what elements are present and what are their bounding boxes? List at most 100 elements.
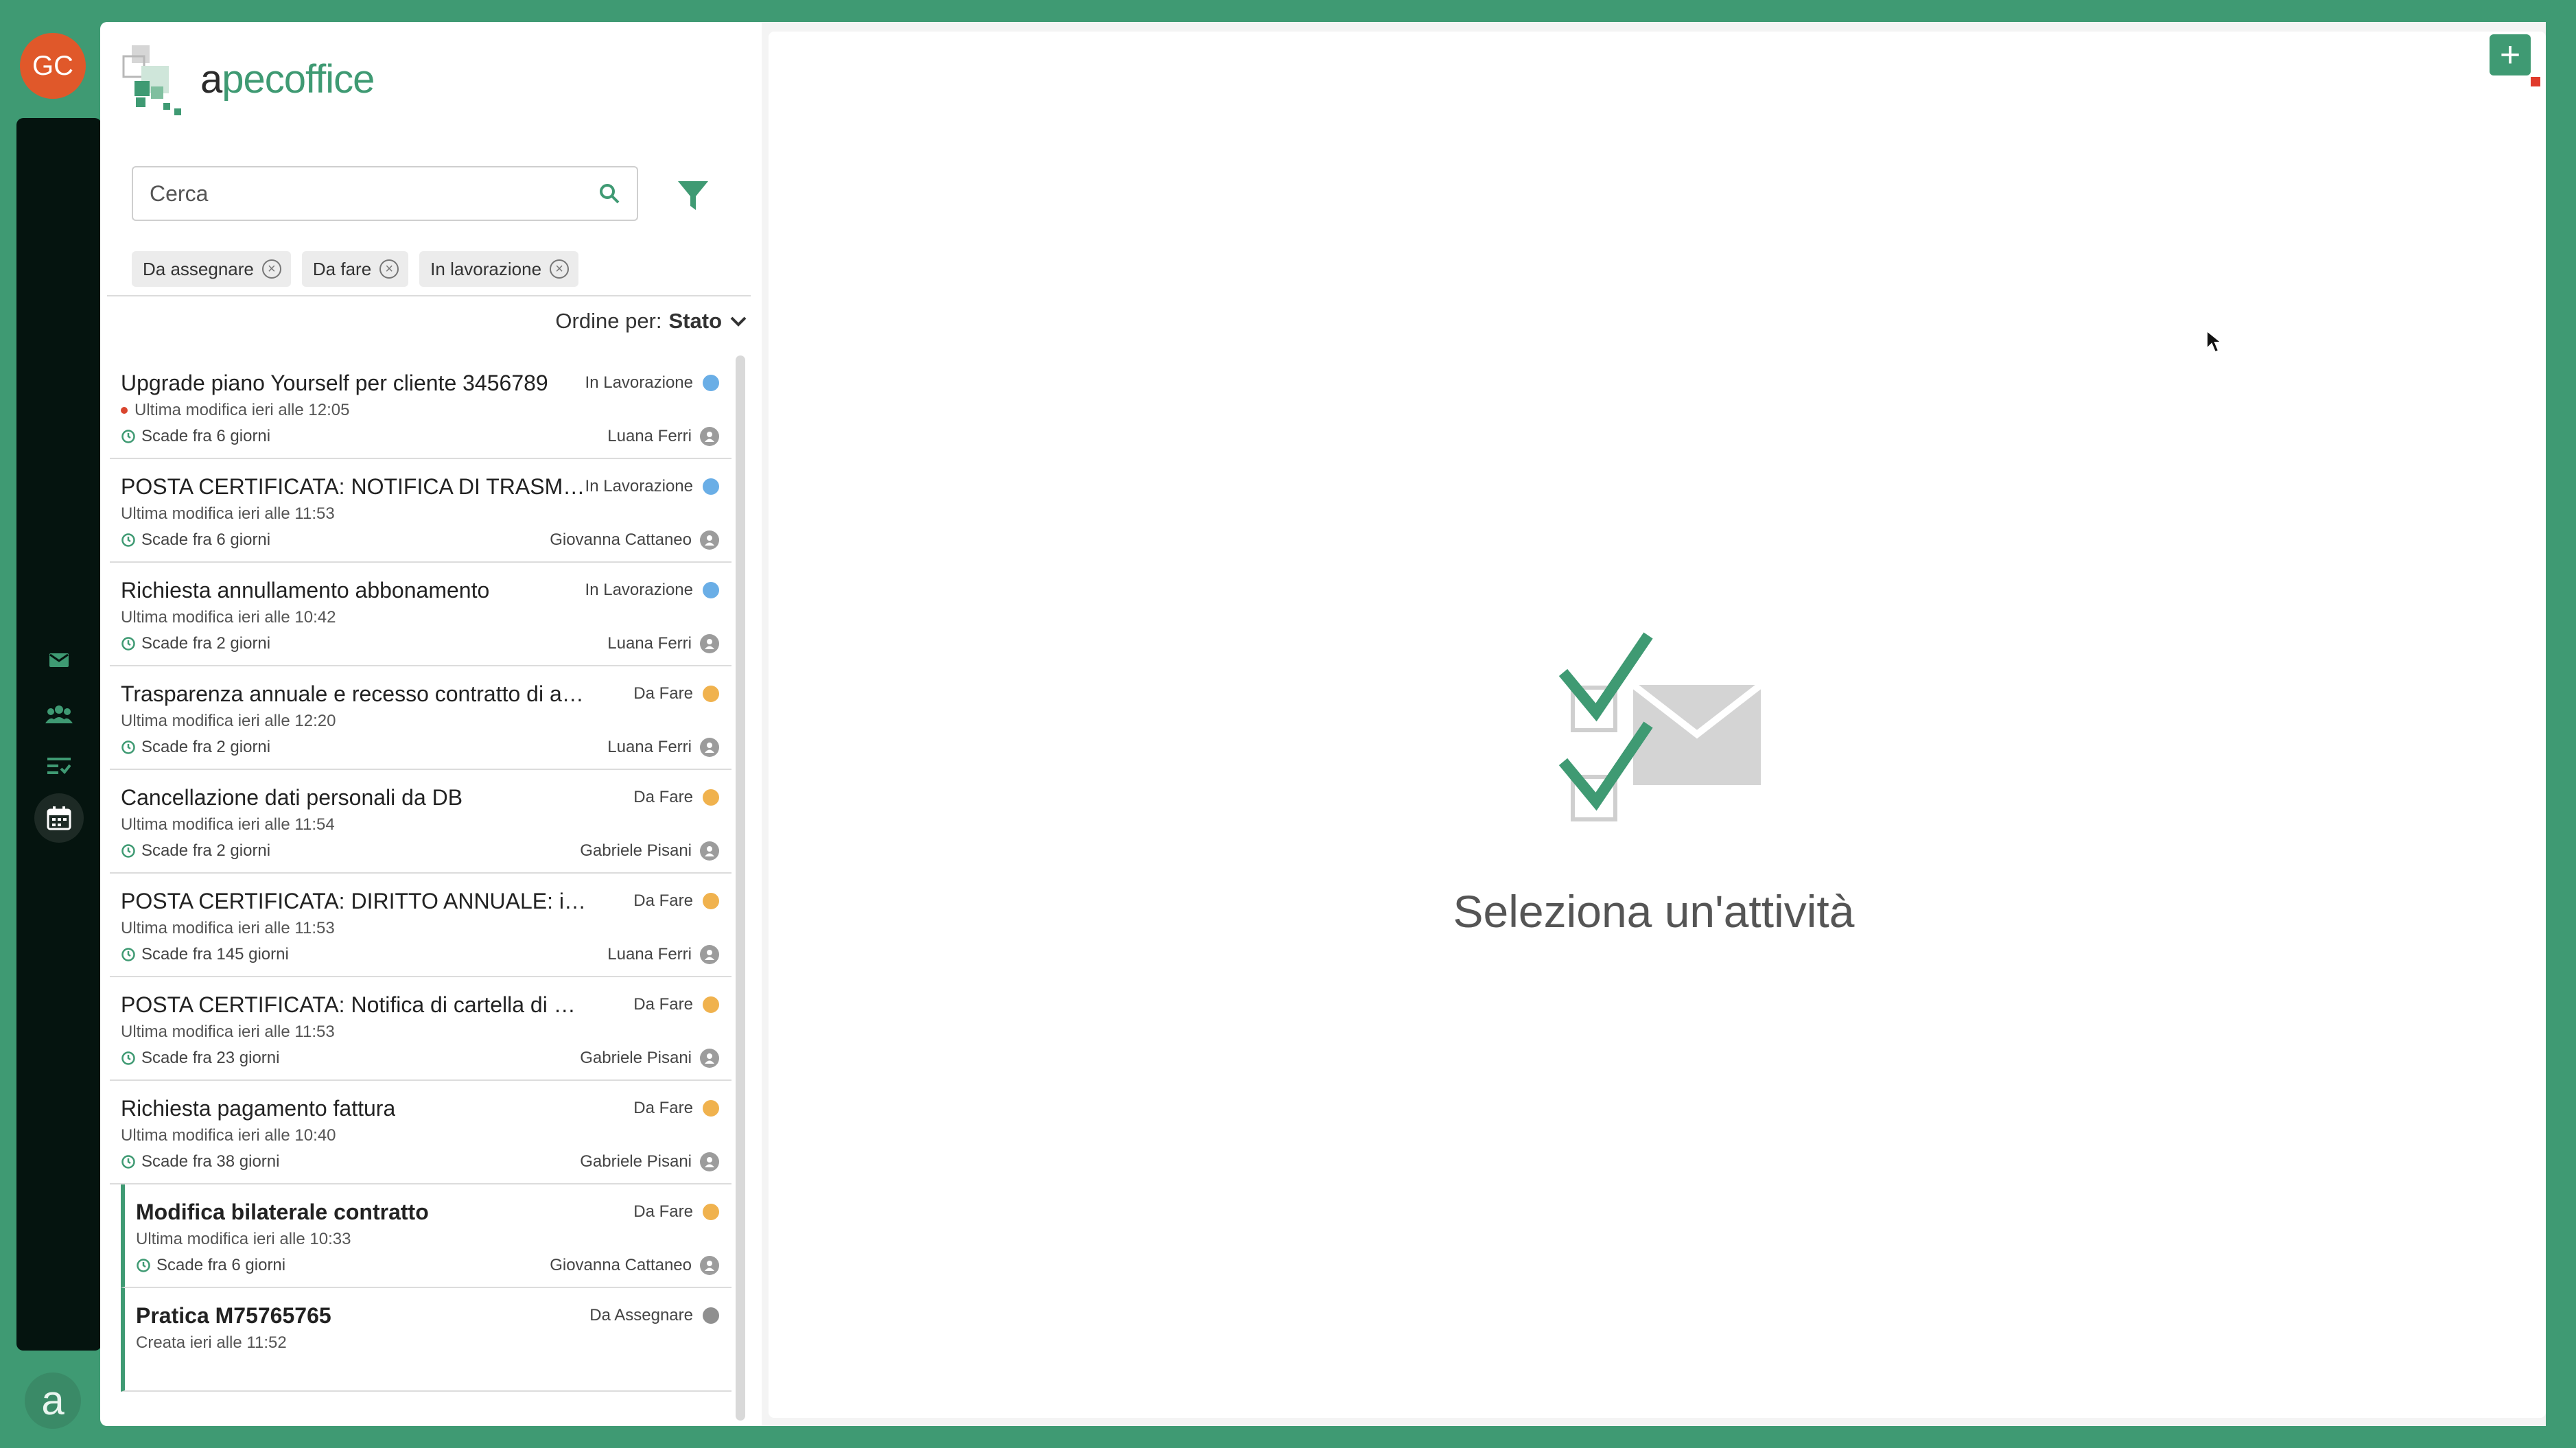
status-badge: Da Fare xyxy=(633,684,719,703)
clock-icon xyxy=(137,1259,150,1272)
activity-item[interactable]: POSTA CERTIFICATA: DIRITTO ANNUALE: info… xyxy=(110,874,731,977)
assignee: Giovanna Cattaneo xyxy=(550,530,719,550)
empty-state-title: Seleziona un'attività xyxy=(1453,886,1855,937)
due-date: Scade fra 2 giorni xyxy=(121,634,270,653)
due-date: Scade fra 2 giorni xyxy=(121,841,270,861)
due-date: Scade fra 145 giorni xyxy=(121,945,289,964)
activity-item[interactable]: Modifica bilaterale contratto Da Fare Ulti… xyxy=(121,1184,731,1288)
filter-chip[interactable]: Da fare × xyxy=(301,251,409,287)
activity-item[interactable]: POSTA CERTIFICATA: NOTIFICA DI TRASMISSI… xyxy=(110,459,731,563)
activity-item[interactable]: Cancellazione dati personali da DB Da Far… xyxy=(110,770,731,874)
status-badge: Da Fare xyxy=(633,1202,719,1222)
status-dot xyxy=(703,686,719,702)
status-dot xyxy=(703,478,719,495)
activity-title: Modifica bilaterale contratto xyxy=(136,1199,429,1224)
user-avatar[interactable]: GC xyxy=(20,33,86,99)
due-date: Scade fra 6 giorni xyxy=(121,530,270,550)
last-modified: Ultima modifica ieri alle 11:54 xyxy=(121,815,335,834)
status-dot xyxy=(703,582,719,598)
activity-item[interactable]: Trasparenza annuale e recesso contratto … xyxy=(110,666,731,770)
search-field[interactable] xyxy=(132,166,638,221)
clock-icon xyxy=(121,740,135,754)
sort-selector[interactable]: Ordine per: Stato xyxy=(555,309,748,334)
activity-item[interactable]: Upgrade piano Yourself per cliente 34567… xyxy=(110,355,731,459)
status-dot xyxy=(703,996,719,1013)
assignee: Luana Ferri xyxy=(607,634,719,653)
last-modified: Ultima modifica ieri alle 10:42 xyxy=(121,608,336,627)
assignee: Gabriele Pisani xyxy=(580,841,719,861)
active-filters: Da assegnare × Da fare × In lavorazione × xyxy=(132,251,579,287)
clock-icon xyxy=(121,948,135,961)
status-badge: Da Fare xyxy=(633,891,719,911)
user-icon xyxy=(700,738,719,757)
activity-title: POSTA CERTIFICATA: NOTIFICA DI TRASMISSI… xyxy=(121,474,585,499)
activity-title: Trasparenza annuale e recesso contratto … xyxy=(121,681,587,706)
assignee: Luana Ferri xyxy=(607,738,719,757)
last-modified: Ultima modifica ieri alle 11:53 xyxy=(121,919,335,937)
filter-icon[interactable] xyxy=(672,174,714,215)
brand-logo: apecoffice xyxy=(121,41,375,117)
activity-item[interactable]: Richiesta annullamento abbonamento In Lav… xyxy=(110,563,731,666)
user-icon xyxy=(700,1152,719,1171)
filter-chip[interactable]: In lavorazione × xyxy=(419,251,579,287)
brand-name: apecoffice xyxy=(200,56,375,102)
mail-icon[interactable] xyxy=(38,640,80,681)
status-dot xyxy=(703,1307,719,1324)
add-activity-button[interactable]: + xyxy=(2490,34,2540,86)
assignee: Gabriele Pisani xyxy=(580,1152,719,1171)
activity-item[interactable]: POSTA CERTIFICATA: Notifica di cartella … xyxy=(110,977,731,1081)
brand-mark-icon xyxy=(122,45,181,115)
calendar-icon[interactable] xyxy=(34,793,84,843)
assignee: Luana Ferri xyxy=(607,427,719,446)
activity-item[interactable]: Richiesta pagamento fattura Da Fare Ultima… xyxy=(110,1081,731,1184)
activity-title: Cancellazione dati personali da DB xyxy=(121,784,463,810)
clock-icon xyxy=(121,533,135,547)
assignee: Gabriele Pisani xyxy=(580,1049,719,1068)
user-icon xyxy=(700,1049,719,1068)
activity-title: Pratica M75765765 xyxy=(136,1303,331,1328)
list-scrollbar[interactable] xyxy=(736,355,745,1421)
user-icon xyxy=(700,841,719,861)
user-icon xyxy=(700,945,719,964)
filter-chip[interactable]: Da assegnare × xyxy=(132,251,291,287)
chevron-down-icon xyxy=(730,316,747,327)
user-icon xyxy=(700,530,719,550)
due-date: Scade fra 6 giorni xyxy=(136,1256,285,1275)
last-modified: Ultima modifica ieri alle 11:53 xyxy=(121,1023,335,1041)
clock-icon xyxy=(121,637,135,651)
status-badge: In Lavorazione xyxy=(585,581,719,600)
remove-filter-icon[interactable]: × xyxy=(550,259,570,279)
clock-icon xyxy=(121,844,135,858)
last-modified: Ultima modifica ieri alle 10:33 xyxy=(136,1230,351,1248)
due-date: Scade fra 38 giorni xyxy=(121,1152,279,1171)
last-modified: Ultima modifica ieri alle 12:05 xyxy=(134,401,350,419)
due-date: Scade fra 6 giorni xyxy=(121,427,270,446)
assignee: Giovanna Cattaneo xyxy=(550,1256,719,1275)
activity-item[interactable]: Pratica M75765765 Da Assegnare Creata ieri… xyxy=(121,1288,731,1392)
activity-list: Upgrade piano Yourself per cliente 34567… xyxy=(110,355,731,1392)
list-icon[interactable] xyxy=(38,745,80,786)
status-badge: In Lavorazione xyxy=(585,373,719,393)
last-modified: Ultima modifica ieri alle 11:53 xyxy=(121,504,335,523)
app-logo-icon[interactable]: a xyxy=(25,1373,81,1429)
clock-icon xyxy=(121,1051,135,1065)
status-badge: Da Fare xyxy=(633,1099,719,1118)
remove-filter-icon[interactable]: × xyxy=(379,259,399,279)
status-badge: Da Fare xyxy=(633,788,719,807)
search-input[interactable] xyxy=(150,180,598,207)
status-dot xyxy=(703,375,719,391)
team-icon[interactable] xyxy=(38,693,80,734)
divider xyxy=(107,295,751,296)
clock-icon xyxy=(121,430,135,443)
search-icon[interactable] xyxy=(598,183,620,205)
activity-title: Richiesta pagamento fattura xyxy=(121,1095,396,1121)
remove-filter-icon[interactable]: × xyxy=(261,259,281,279)
last-modified: Ultima modifica ieri alle 10:40 xyxy=(121,1126,336,1145)
status-dot xyxy=(703,1204,719,1220)
user-icon xyxy=(700,634,719,653)
user-icon xyxy=(700,427,719,446)
app-rail xyxy=(16,118,102,1351)
activity-title: Richiesta annullamento abbonamento xyxy=(121,577,490,603)
status-badge: Da Fare xyxy=(633,995,719,1014)
assignee: Luana Ferri xyxy=(607,945,719,964)
